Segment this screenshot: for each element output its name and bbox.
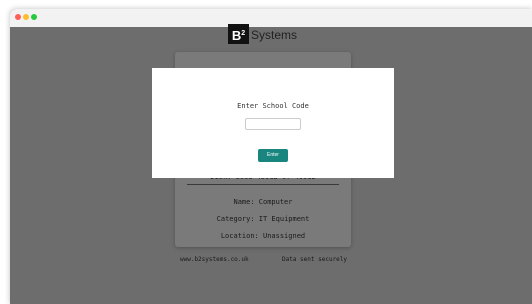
modal-title: Enter School Code xyxy=(237,102,309,110)
logo-mark-letter: B xyxy=(231,28,242,43)
logo-mark: B2 xyxy=(228,24,249,44)
device-name: Name: Computer xyxy=(233,198,293,206)
card-divider xyxy=(187,184,339,185)
school-code-input[interactable] xyxy=(245,118,301,130)
minimize-window-dot[interactable] xyxy=(23,14,29,20)
logo-mark-superscript: 2 xyxy=(241,30,246,37)
device-category: Category: IT Equipment xyxy=(216,215,310,223)
website-link[interactable]: www.b2systems.co.uk xyxy=(180,256,249,263)
security-note: Data sent securely xyxy=(282,256,348,263)
title-bar xyxy=(10,9,532,27)
school-code-modal: Enter School Code Enter xyxy=(152,68,394,178)
close-window-dot[interactable] xyxy=(15,14,21,20)
maximize-window-dot[interactable] xyxy=(31,14,37,20)
enter-button[interactable]: Enter xyxy=(258,149,288,162)
brand-name: Systems xyxy=(251,28,298,42)
device-location: Location: Unassigned xyxy=(220,232,306,240)
